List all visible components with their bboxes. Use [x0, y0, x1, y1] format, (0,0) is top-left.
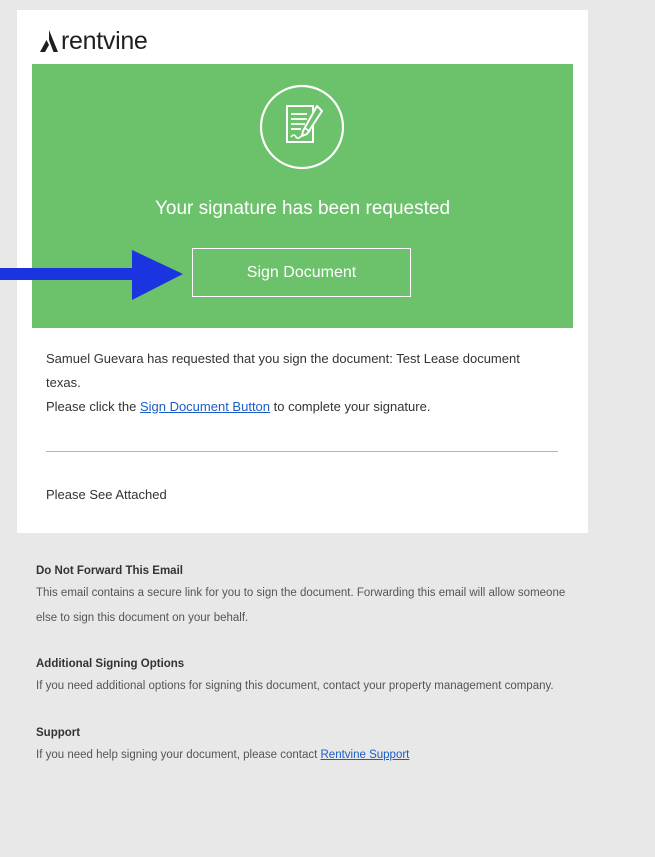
pointer-arrow-icon — [0, 250, 183, 300]
divider — [46, 451, 558, 452]
footer-heading: Do Not Forward This Email — [36, 565, 183, 577]
footer-text: This email contains a secure link for yo… — [36, 587, 566, 624]
support-text: If you need help signing your document, … — [36, 748, 321, 761]
footer-text: If you need help signing your document, … — [36, 743, 566, 768]
footer-heading: Additional Signing Options — [36, 658, 185, 670]
attached-note: Please See Attached — [46, 487, 167, 502]
email-footer: Do Not Forward This Email This email con… — [36, 561, 566, 791]
footer-section-forward: Do Not Forward This Email This email con… — [36, 561, 566, 630]
instruction-suffix: to complete your signature. — [270, 399, 431, 414]
footer-heading: Support — [36, 726, 81, 739]
instruction-prefix: Please click the — [46, 399, 140, 414]
brand-name: rentvine — [61, 26, 148, 55]
message-body: Samuel Guevara has requested that you si… — [46, 347, 546, 419]
hero-title: Your signature has been requested — [154, 198, 451, 219]
footer-text: If you need additional options for signi… — [36, 680, 554, 692]
footer-section-support: Support If you need help signing your do… — [36, 723, 566, 768]
brand-logo: rentvine — [39, 26, 148, 56]
sign-document-link[interactable]: Sign Document Button — [140, 399, 270, 414]
footer-section-options: Additional Signing Options If you need a… — [36, 654, 566, 699]
sign-document-button[interactable]: Sign Document — [192, 248, 411, 297]
signed-document-icon — [259, 84, 345, 170]
rentvine-support-link[interactable]: Rentvine Support — [321, 749, 410, 761]
request-message: Samuel Guevara has requested that you si… — [46, 351, 520, 390]
rentvine-logo-icon — [40, 30, 58, 52]
instruction-line: Please click the Sign Document Button to… — [46, 395, 546, 419]
